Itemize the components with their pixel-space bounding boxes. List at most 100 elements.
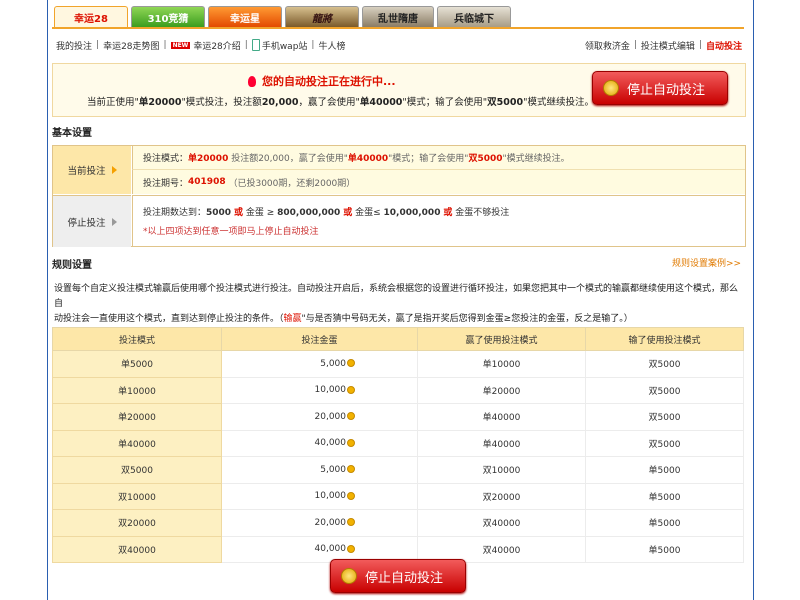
row-label: 投注期号： <box>143 178 189 189</box>
cell-mode: 单40000 <box>52 429 222 457</box>
table-row: 单40000 40,000 单40000 双5000 <box>52 429 744 457</box>
or-text: 或 <box>443 208 453 218</box>
stop-text: 金蛋≤ <box>355 208 381 218</box>
cell-amount: 40,000 <box>221 429 418 457</box>
cell-amount-text: 40,000 <box>314 438 347 449</box>
desc-text: ，赢了会使用" <box>298 97 360 108</box>
separator: | <box>633 40 637 50</box>
separator: | <box>311 40 315 50</box>
stop-min-eggs: 10,000,000 <box>383 208 441 218</box>
cell-amount-text: 10,000 <box>314 385 347 396</box>
cell-amount-text: 20,000 <box>314 517 347 528</box>
nav-wap-site[interactable]: 手机wap站 <box>262 39 308 52</box>
cell-win-mode-text: 双20000 <box>482 492 521 503</box>
arrow-right-icon <box>111 217 117 226</box>
cell-amount-text: 5,000 <box>320 464 346 475</box>
cell-mode-text: 单5000 <box>121 360 153 371</box>
stop-auto-bet-button-bottom[interactable]: 停止自动投注 <box>330 559 466 593</box>
stop-max-eggs: 800,000,000 <box>277 208 341 218</box>
tab-dragon-general[interactable]: 龍將 <box>285 6 359 27</box>
row-lose-mode: 双5000 <box>468 154 503 164</box>
cell-lose-mode: 双5000 <box>585 403 744 431</box>
cell-mode: 单20000 <box>52 403 222 431</box>
separator: | <box>96 40 100 50</box>
stop-button-label: 停止自动投注 <box>627 82 706 98</box>
tab-lucky28[interactable]: 幸运28 <box>54 6 128 27</box>
nav-leaderboard[interactable]: 牛人榜 <box>318 39 345 52</box>
cell-win-mode-text: 单40000 <box>482 413 521 424</box>
issue-progress: （已投3000期，还剩2000期） <box>228 178 356 189</box>
cell-win-mode-text: 单20000 <box>482 386 521 397</box>
nav-my-bets[interactable]: 我的投注 <box>56 39 92 52</box>
cell-win-mode: 单20000 <box>417 376 586 404</box>
row-text: "模式；输了会使用" <box>388 154 469 164</box>
table-header: 投注模式 <box>52 327 222 351</box>
stop-text: 金蛋 ≥ <box>245 208 275 218</box>
cell-lose-mode: 单5000 <box>585 509 744 537</box>
cell-win-mode: 单40000 <box>417 429 586 457</box>
cell-lose-mode: 双5000 <box>585 350 744 378</box>
issue-number: 401908 <box>188 177 226 187</box>
stop-button-label: 停止自动投注 <box>365 570 444 586</box>
stop-conditions-line: 投注期数达到：5000 或 金蛋 ≥ 800,000,000 或 金蛋≤ 10,… <box>143 205 745 218</box>
current-amount: 20,000 <box>261 97 299 108</box>
nav-trend-chart[interactable]: 幸运28走势图 <box>103 39 159 52</box>
sub-navigation: 我的投注 | 幸运28走势图 | NEW 幸运28介绍 | 手机wap站 | 牛… <box>56 37 742 53</box>
tab-siege[interactable]: 兵临城下 <box>437 6 511 27</box>
phone-icon <box>251 39 260 51</box>
cell-mode-text: 单20000 <box>118 413 156 424</box>
cell-win-mode-text: 双40000 <box>482 545 521 556</box>
stop-bet-label-text: 停止投注 <box>67 217 106 229</box>
desc-text: "模式继续投注。 <box>523 97 594 108</box>
nav-edit-modes[interactable]: 投注模式编辑 <box>641 39 695 52</box>
stop-periods: 5000 <box>206 208 232 218</box>
basic-settings-title: 基本设置 <box>52 128 92 139</box>
cell-win-mode: 单10000 <box>417 350 586 378</box>
desc-text: 当前正使用" <box>87 97 139 108</box>
stop-text: 金蛋不够投注 <box>455 208 510 218</box>
cell-win-mode: 双20000 <box>417 482 586 510</box>
gold-egg-icon <box>347 518 355 527</box>
cell-amount-text: 10,000 <box>314 491 347 502</box>
gold-egg-icon <box>347 491 355 500</box>
cell-mode-text: 双10000 <box>118 492 156 503</box>
cell-win-mode-text: 双40000 <box>482 519 521 530</box>
table-row: 双10000 10,000 双20000 单5000 <box>52 482 744 510</box>
cell-lose-mode: 单5000 <box>585 456 744 484</box>
cell-amount: 10,000 <box>221 482 418 510</box>
tab-lucky-star[interactable]: 幸运星 <box>208 6 282 27</box>
stop-auto-bet-button-top[interactable]: 停止自动投注 <box>592 71 728 105</box>
nav-auto-bet[interactable]: 自动投注 <box>706 39 742 52</box>
cell-mode: 单10000 <box>52 376 222 404</box>
flame-icon <box>248 75 256 87</box>
table-row: 双20000 20,000 双40000 单5000 <box>52 509 744 537</box>
nav-relief-fund[interactable]: 领取救济金 <box>585 39 630 52</box>
issue-number-row: 投注期号： 401908 （已投3000期，还剩2000期） <box>132 170 745 194</box>
game-tabs: 幸运28 310竞猜 幸运星 龍將 乱世隋唐 兵临城下 <box>54 6 511 28</box>
status-headline: 您的自动投注正在进行中... <box>248 73 396 89</box>
table-row: 单10000 10,000 单20000 双5000 <box>52 376 744 404</box>
cell-amount: 20,000 <box>221 403 418 431</box>
tab-chaos-suitang[interactable]: 乱世隋唐 <box>362 6 434 27</box>
rules-example-link[interactable]: 规则设置案例>> <box>672 256 741 269</box>
cell-lose-mode-text: 双5000 <box>648 413 681 424</box>
rules-text: "与是否猜中号码无关，赢了是指开奖后您得到金蛋≥您投注的金蛋，反之是输了。） <box>301 314 633 324</box>
bet-mode-table: 投注模式 投注金蛋 赢了使用投注模式 输了使用投注模式 单5000 5,000 单1… <box>52 327 744 563</box>
row-text: "模式继续投注。 <box>502 154 570 164</box>
stop-text: 投注期数达到： <box>143 208 207 218</box>
stop-bet-label: 停止投注 <box>53 195 131 247</box>
nav-intro[interactable]: 幸运28介绍 <box>193 39 240 52</box>
cell-win-mode: 双10000 <box>417 456 586 484</box>
cell-amount: 5,000 <box>221 350 418 378</box>
separator: | <box>698 40 702 50</box>
cell-mode: 双10000 <box>52 482 222 510</box>
tab-310-guess[interactable]: 310竞猜 <box>131 6 205 27</box>
desc-text: "模式；输了会使用" <box>402 97 488 108</box>
or-text: 或 <box>233 208 243 218</box>
arrow-right-icon <box>111 166 117 174</box>
current-mode-row: 投注模式： 单20000 投注额20,000，赢了会使用" 单40000 "模式；输了… <box>132 146 745 170</box>
table-header: 投注金蛋 <box>221 327 418 351</box>
cell-amount: 20,000 <box>221 509 418 537</box>
table-header-row: 投注模式 投注金蛋 赢了使用投注模式 输了使用投注模式 <box>52 327 744 351</box>
or-text: 或 <box>343 208 353 218</box>
